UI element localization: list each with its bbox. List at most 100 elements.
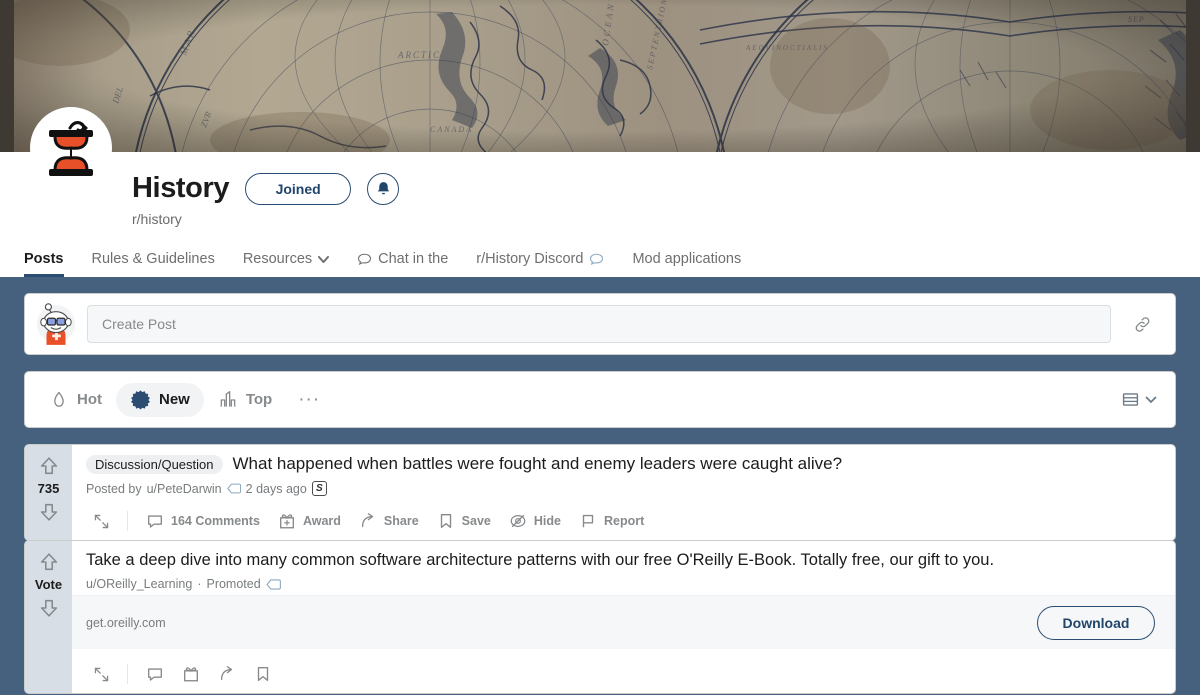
flame-icon bbox=[54, 391, 64, 407]
award-button[interactable]: Award bbox=[270, 507, 349, 535]
share-button[interactable]: Share bbox=[351, 507, 427, 535]
share-button[interactable] bbox=[210, 660, 244, 688]
chat-bubble-icon bbox=[590, 253, 604, 265]
save-button[interactable]: Save bbox=[429, 507, 499, 535]
sort-more-options-button[interactable]: ··· bbox=[292, 383, 326, 417]
bookmark-icon bbox=[257, 667, 269, 681]
comments-button[interactable] bbox=[138, 660, 172, 688]
hide-eye-icon bbox=[510, 514, 526, 528]
tab-history-discord[interactable]: r/History Discord bbox=[462, 241, 618, 277]
sort-bar: Hot New Top ··· bbox=[24, 371, 1176, 428]
community-tab-nav: Posts Rules & Guidelines Resources Chat … bbox=[24, 241, 755, 277]
sort-option-label: New bbox=[159, 391, 190, 408]
community-banner: ARCTIC OCEANVS SEPTENTRIONALIS CANADA AE… bbox=[0, 0, 1200, 152]
save-button[interactable] bbox=[246, 660, 280, 688]
gift-icon bbox=[279, 514, 294, 529]
tag-icon bbox=[266, 578, 281, 590]
community-name: History bbox=[132, 172, 230, 204]
post-title[interactable]: Take a deep dive into many common softwa… bbox=[86, 549, 994, 571]
hide-button[interactable]: Hide bbox=[501, 507, 569, 535]
chat-bubble-icon bbox=[358, 253, 372, 265]
post-author-link[interactable]: u/PeteDarwin bbox=[147, 482, 222, 496]
sort-option-label: Hot bbox=[77, 391, 102, 408]
sort-option-hot[interactable]: Hot bbox=[35, 383, 116, 417]
card-view-icon bbox=[1122, 393, 1139, 406]
download-button[interactable]: Download bbox=[1037, 605, 1155, 640]
user-avatar[interactable] bbox=[37, 303, 75, 345]
action-label: Award bbox=[302, 514, 341, 528]
post-action-row bbox=[86, 655, 1165, 693]
tab-chat-in-the[interactable]: Chat in the bbox=[343, 241, 462, 277]
community-info: History Joined r/history bbox=[132, 172, 400, 227]
expand-arrows-icon bbox=[94, 667, 109, 681]
award-badge-icon[interactable]: S bbox=[311, 481, 327, 496]
banner-left-edge bbox=[0, 0, 14, 152]
post-author-link[interactable]: u/OReilly_Learning bbox=[86, 577, 192, 591]
action-divider bbox=[127, 664, 128, 684]
action-divider bbox=[127, 511, 128, 531]
tab-resources[interactable]: Resources bbox=[229, 241, 343, 277]
gift-icon bbox=[184, 667, 198, 682]
banner-map-artwork: ARCTIC OCEANVS SEPTENTRIONALIS CANADA AE… bbox=[0, 0, 1200, 152]
post-item-promoted[interactable]: Vote Take a deep dive into many common s… bbox=[24, 540, 1176, 694]
community-handle: r/history bbox=[132, 211, 182, 227]
tab-label: Mod applications bbox=[632, 251, 742, 267]
award-button[interactable] bbox=[174, 660, 208, 688]
attach-link-button[interactable] bbox=[1123, 305, 1161, 343]
comment-icon bbox=[148, 668, 162, 681]
post-item[interactable]: 735 Discussion/Question What happened wh… bbox=[24, 444, 1176, 541]
create-post-input[interactable] bbox=[87, 305, 1111, 343]
sort-option-label: Top bbox=[245, 391, 273, 408]
sort-option-new[interactable]: New bbox=[116, 382, 204, 417]
post-timestamp: 2 days ago bbox=[245, 481, 307, 496]
post-body: Take a deep dive into many common softwa… bbox=[72, 541, 1175, 693]
expand-arrows-icon bbox=[94, 514, 109, 528]
chevron-down-icon bbox=[318, 255, 330, 263]
tab-posts[interactable]: Posts bbox=[24, 241, 78, 277]
byline-separator: · bbox=[197, 577, 202, 591]
promoted-label: Promoted bbox=[206, 577, 261, 591]
promoted-link-bar[interactable]: get.oreilly.com Download bbox=[72, 595, 1175, 649]
post-title-row: Take a deep dive into many common softwa… bbox=[86, 549, 1165, 571]
link-icon bbox=[1135, 316, 1149, 332]
upvote-button[interactable] bbox=[38, 455, 60, 477]
expand-post-button[interactable] bbox=[86, 507, 117, 536]
tab-label: Rules & Guidelines bbox=[91, 251, 215, 267]
notifications-bell-button[interactable] bbox=[367, 172, 400, 205]
tab-rules-guidelines[interactable]: Rules & Guidelines bbox=[78, 241, 229, 277]
action-label: Share bbox=[383, 514, 419, 528]
joined-button[interactable]: Joined bbox=[245, 172, 352, 205]
hourglass-icon bbox=[49, 121, 93, 176]
tab-mod-applications[interactable]: Mod applications bbox=[618, 241, 755, 277]
downvote-button[interactable] bbox=[38, 501, 60, 523]
chevron-down-icon bbox=[1145, 396, 1157, 403]
post-flair[interactable]: Discussion/Question bbox=[86, 454, 223, 474]
upvote-button[interactable] bbox=[38, 551, 60, 573]
sort-option-top[interactable]: Top bbox=[204, 383, 286, 417]
bookmark-icon bbox=[440, 514, 451, 528]
action-label: Save bbox=[461, 514, 491, 528]
post-byline: Posted by u/PeteDarwin 2 days ago S bbox=[86, 481, 1165, 496]
vote-column: 735 bbox=[25, 445, 72, 540]
create-post-bar bbox=[24, 293, 1176, 355]
comments-button[interactable]: 164 Comments bbox=[138, 507, 268, 535]
report-button[interactable]: Report bbox=[571, 507, 652, 535]
tab-label: Posts bbox=[24, 251, 64, 267]
tab-label: Resources bbox=[242, 251, 313, 267]
downvote-button[interactable] bbox=[38, 597, 60, 619]
expand-post-button[interactable] bbox=[86, 660, 117, 689]
share-icon bbox=[361, 513, 374, 528]
tab-label: r/History Discord bbox=[476, 251, 584, 267]
post-title[interactable]: What happened when battles were fought a… bbox=[233, 453, 843, 475]
comment-icon bbox=[148, 515, 162, 528]
view-mode-toggle[interactable] bbox=[1117, 386, 1161, 413]
feed-container: Hot New Top ··· bbox=[0, 277, 1200, 694]
posted-by-label: Posted by bbox=[86, 481, 142, 496]
community-avatar[interactable] bbox=[30, 107, 112, 189]
tab-label: Chat in the bbox=[378, 251, 449, 267]
post-title-row: Discussion/Question What happened when b… bbox=[86, 453, 1165, 475]
share-icon bbox=[220, 666, 233, 681]
banner-right-edge bbox=[1186, 0, 1200, 152]
flag-icon bbox=[582, 514, 594, 528]
promoted-url[interactable]: get.oreilly.com bbox=[86, 616, 1037, 630]
